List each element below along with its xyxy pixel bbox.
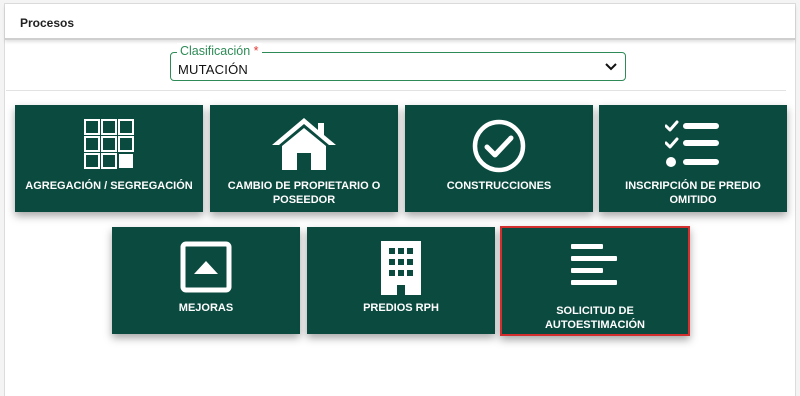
card-label: MEJORAS [178, 302, 234, 314]
card-label: CONSTRUCCIONES [446, 180, 552, 192]
card-cambio-propietario[interactable]: CAMBIO DE PROPIETARIO O POSEEDOR [210, 105, 398, 212]
check-circle-icon [472, 119, 526, 173]
chevron-down-icon [605, 63, 617, 71]
clasificacion-label: Clasificación * [177, 43, 262, 59]
card-label: AGREGACIÓN / SEGREGACIÓN [25, 180, 193, 192]
clasificacion-select[interactable]: Clasificación * MUTACIÓN [170, 43, 626, 81]
card-construcciones[interactable]: CONSTRUCCIONES [405, 105, 593, 212]
card-agregacion-segregacion[interactable]: AGREGACIÓN / SEGREGACIÓN [15, 105, 203, 212]
home-icon [272, 118, 336, 170]
card-solicitud-autoestimacion[interactable]: SOLICITUD DE AUTOESTIMACIÓN [500, 226, 690, 336]
divider [6, 90, 786, 91]
card-label: CAMBIO DE PROPIETARIO O POSEEDOR [227, 180, 381, 206]
align-left-icon [571, 244, 617, 285]
grid-icon [84, 119, 134, 169]
card-predios-rph[interactable]: PREDIOS RPH [307, 227, 495, 334]
caret-up-square-icon [180, 241, 232, 293]
building-icon [381, 241, 421, 295]
card-label: INSCRIPCIÓN DE PREDIO OMITIDO [625, 180, 761, 206]
card-label: PREDIOS RPH [363, 302, 439, 314]
clasificacion-value: MUTACIÓN [178, 62, 248, 77]
required-mark: * [253, 44, 259, 58]
card-mejoras[interactable]: MEJORAS [112, 227, 300, 334]
panel-title: Procesos [5, 4, 795, 40]
card-label: SOLICITUD DE AUTOESTIMACIÓN [544, 305, 646, 331]
card-inscripcion-predio-omitido[interactable]: INSCRIPCIÓN DE PREDIO OMITIDO [599, 105, 787, 212]
checklist-icon [665, 120, 719, 167]
